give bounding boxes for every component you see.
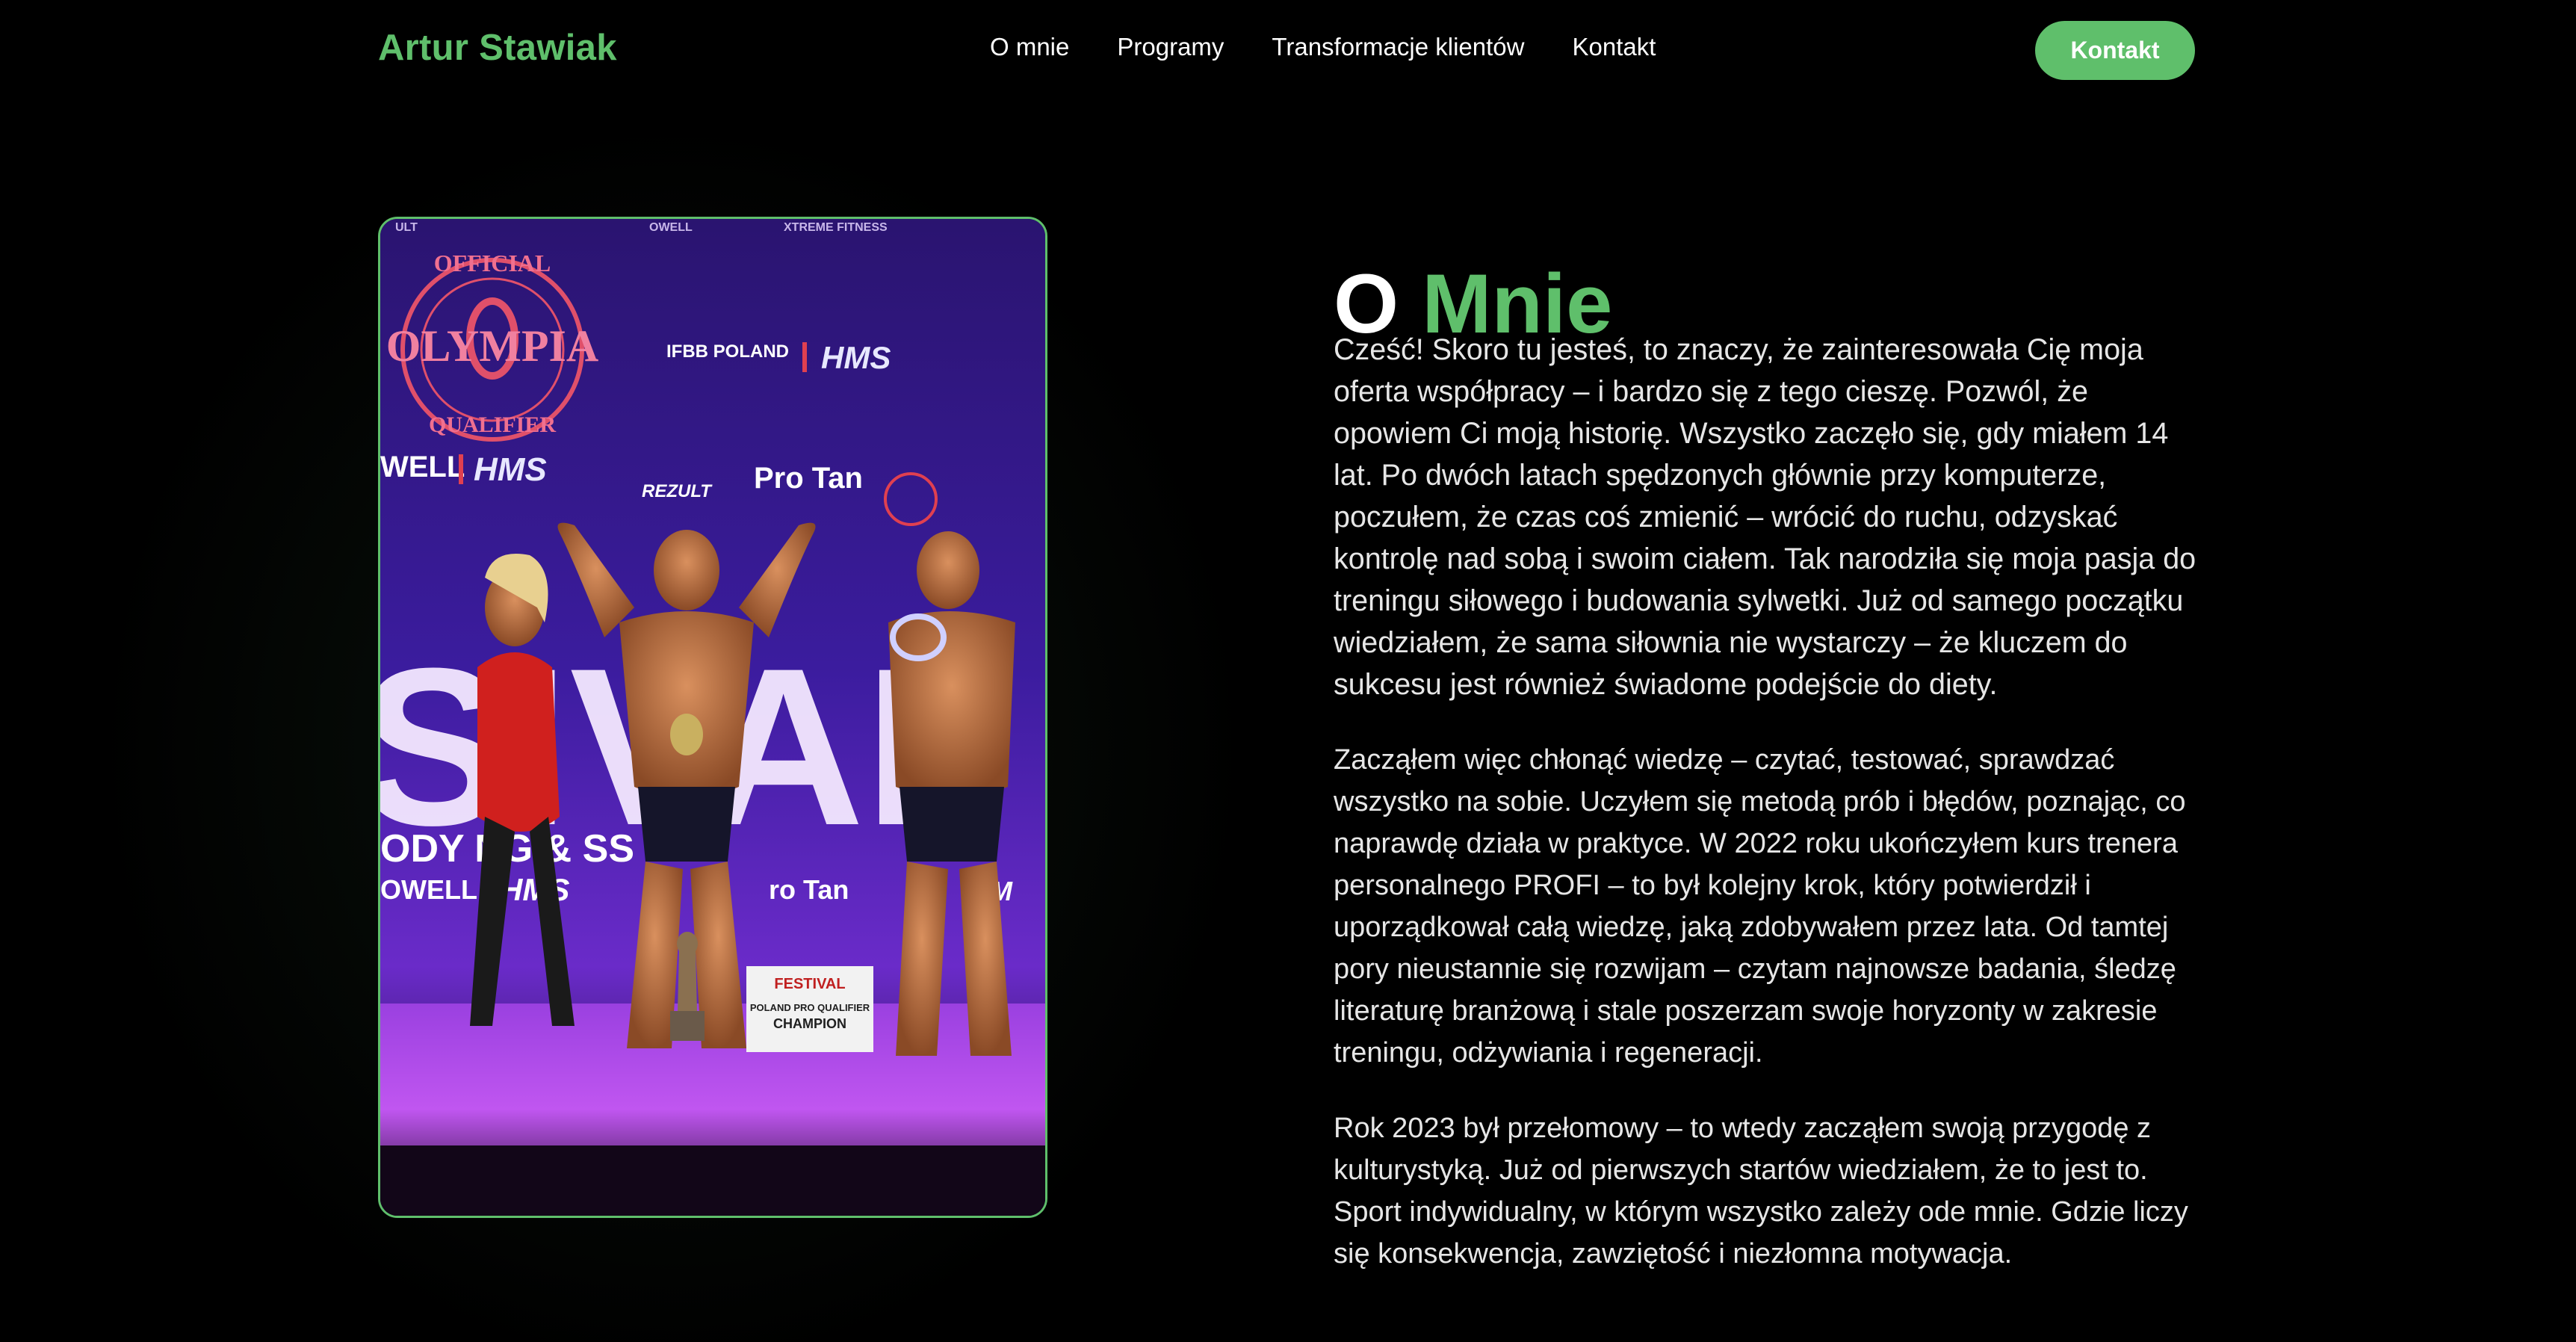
svg-text:OFFICIAL: OFFICIAL (434, 250, 551, 276)
svg-text:OLYMPIA: OLYMPIA (386, 321, 598, 371)
brand-logo[interactable]: Artur Stawiak (378, 27, 617, 69)
svg-text:WELL: WELL (380, 451, 465, 483)
about-paragraph-2: Zacząłem więc chłonąć wiedzę – czytać, t… (1334, 744, 2186, 1069)
svg-text:XTREME FITNESS: XTREME FITNESS (784, 221, 888, 234)
svg-text:CHAMPION: CHAMPION (773, 1016, 846, 1031)
site-header: Artur Stawiak O mnie Programy Transforma… (0, 0, 2576, 105)
about-page: Artur Stawiak O mnie Programy Transforma… (0, 0, 2576, 1342)
svg-text:HMS: HMS (500, 872, 569, 907)
main-nav: O mnie Programy Transformacje klientów K… (990, 33, 1656, 61)
svg-text:POLAND PRO QUALIFIER: POLAND PRO QUALIFIER (750, 1002, 870, 1013)
svg-text:IFBB POLAND: IFBB POLAND (666, 341, 789, 362)
bodybuilding-stage-photo: ULT OWELL XTREME FITNESS OFFICIAL OLYMPI… (380, 219, 1045, 1216)
svg-text:OWELL: OWELL (380, 874, 477, 905)
svg-text:FESTIVAL: FESTIVAL (774, 976, 845, 992)
svg-text:ULT: ULT (395, 221, 418, 234)
nav-item-transformacje[interactable]: Transformacje klientów (1272, 33, 1524, 61)
about-photo: ULT OWELL XTREME FITNESS OFFICIAL OLYMPI… (378, 217, 1047, 1218)
nav-item-kontakt[interactable]: Kontakt (1572, 33, 1656, 61)
about-paragraph-3: Rok 2023 był przełomowy – to wtedy zaczą… (1334, 1113, 2188, 1270)
about-text: Cześć! Skoro tu jesteś, to znaczy, że za… (1334, 329, 2208, 1308)
champion-sign: FESTIVAL POLAND PRO QUALIFIER CHAMPION (746, 966, 873, 1052)
svg-text:Pro Tan: Pro Tan (754, 462, 863, 495)
svg-text:OWELL: OWELL (649, 221, 693, 234)
svg-text:ro Tan: ro Tan (769, 874, 849, 905)
about-paragraph-1: Cześć! Skoro tu jesteś, to znaczy, że za… (1334, 333, 2196, 701)
contact-button[interactable]: Kontakt (2035, 21, 2195, 80)
svg-text:REZULT: REZULT (642, 481, 713, 501)
svg-text:HMS: HMS (474, 451, 547, 488)
svg-text:HMS: HMS (821, 340, 891, 375)
nav-item-programy[interactable]: Programy (1117, 33, 1224, 61)
svg-text:QUALIFIER: QUALIFIER (429, 412, 556, 437)
nav-item-o-mnie[interactable]: O mnie (990, 33, 1069, 61)
